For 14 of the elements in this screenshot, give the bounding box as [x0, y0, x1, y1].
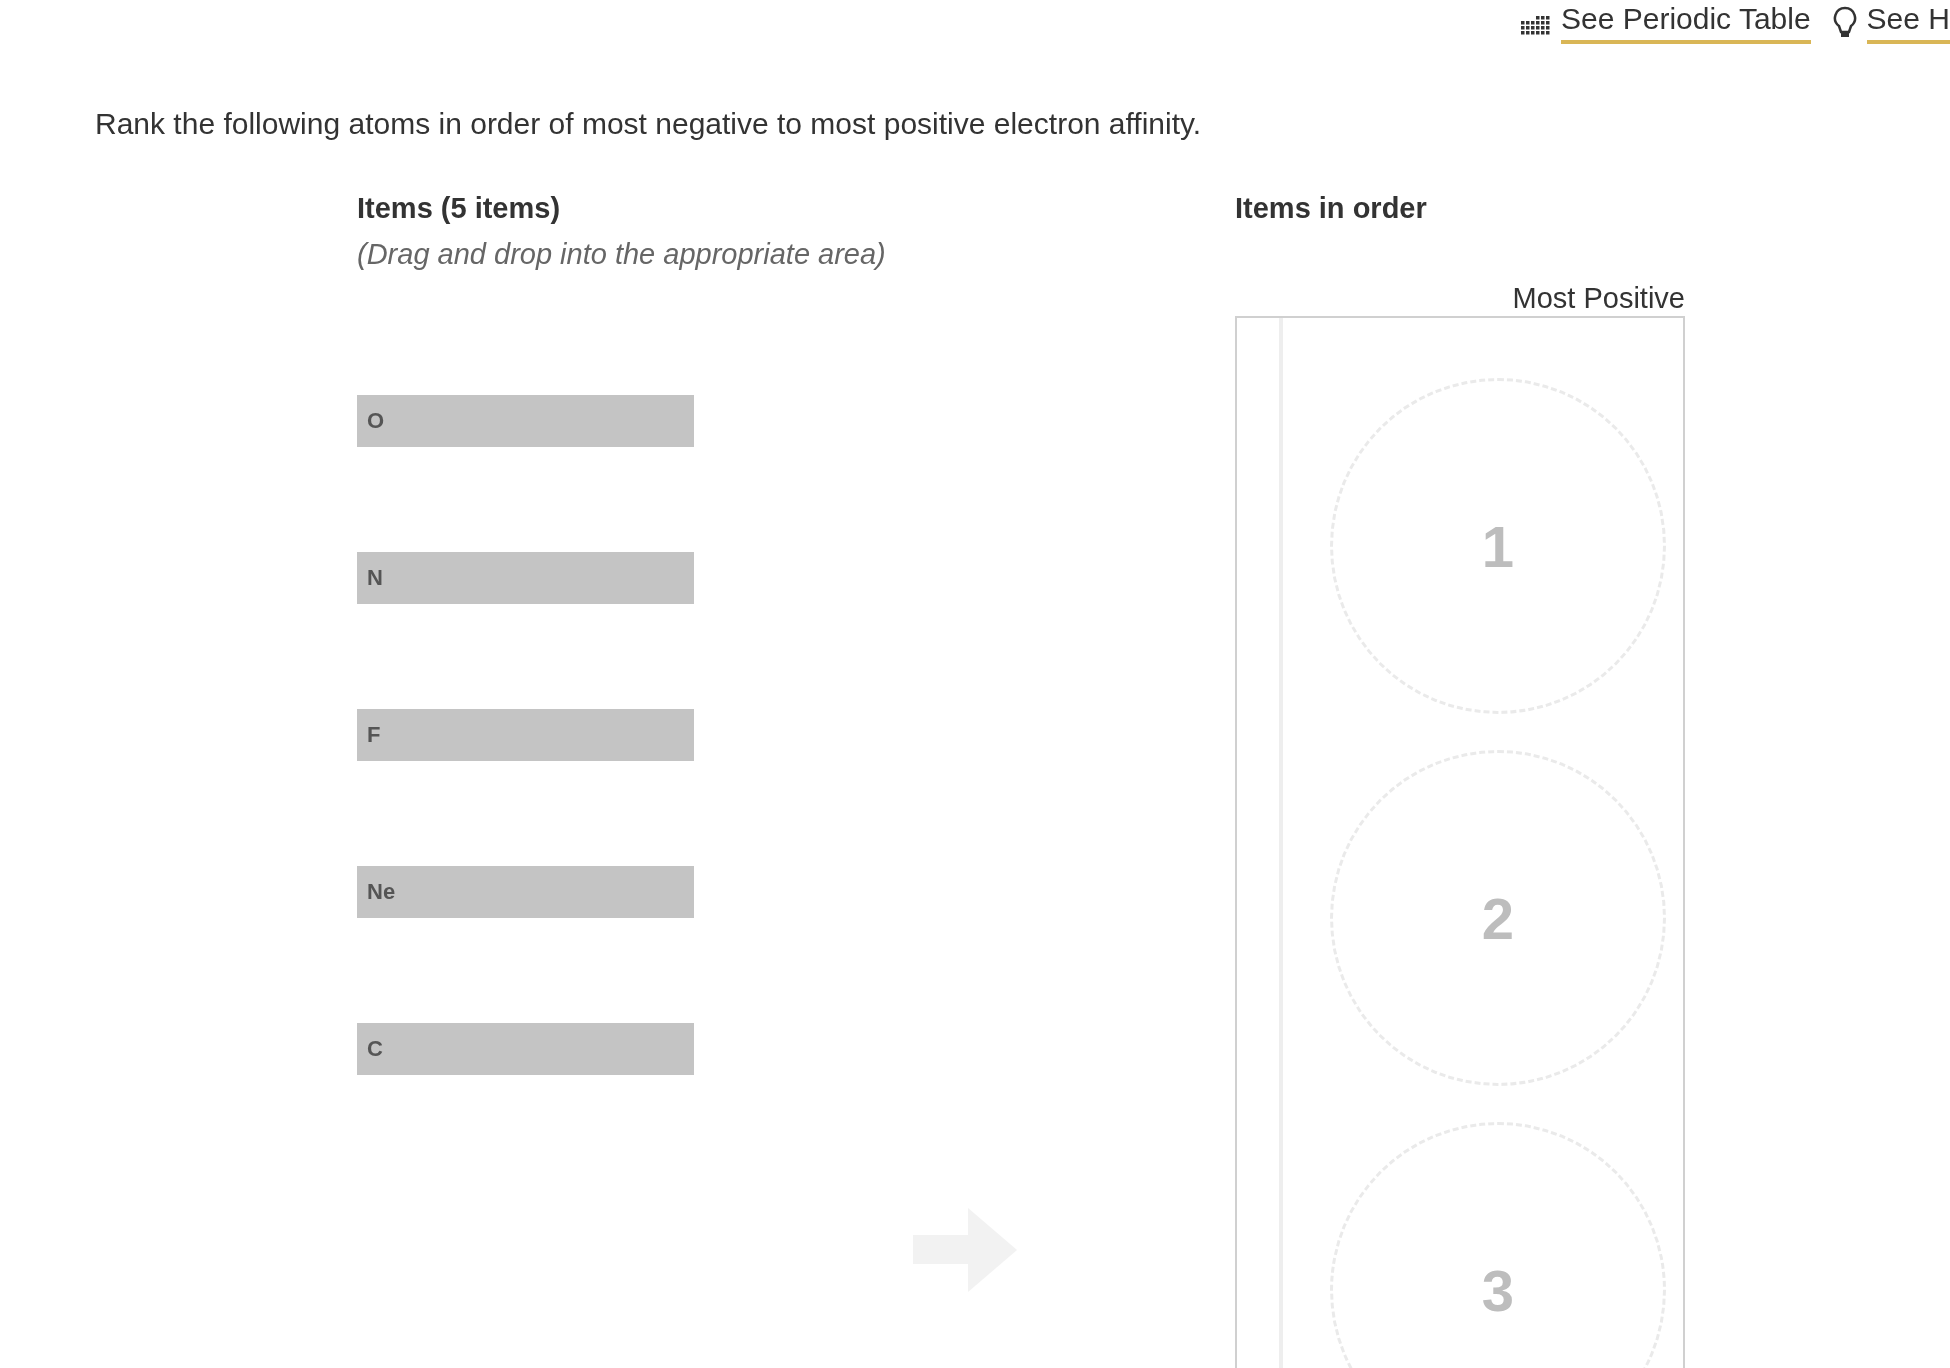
instruction-text: (Drag and drop into the appropriate area): [357, 237, 887, 272]
draggable-item[interactable]: C: [357, 1023, 694, 1075]
draggable-item[interactable]: F: [357, 709, 694, 761]
lightbulb-icon: [1832, 6, 1857, 40]
draggable-item[interactable]: Ne: [357, 866, 694, 918]
question-text: Rank the following atoms in order of most negative to most positive electron affinity.: [95, 106, 1203, 142]
toolbar-link[interactable]: See H: [1866, 0, 1950, 44]
draggable-item[interactable]: N: [357, 552, 694, 604]
order-heading: Items in order: [1235, 191, 1428, 226]
items-heading: Items (5 items): [357, 191, 562, 226]
end-label: Most Positive: [1511, 281, 1685, 316]
grid-icon: [1521, 16, 1551, 36]
draggable-item[interactable]: O: [357, 395, 694, 447]
toolbar-link[interactable]: See Periodic Table: [1561, 0, 1811, 44]
